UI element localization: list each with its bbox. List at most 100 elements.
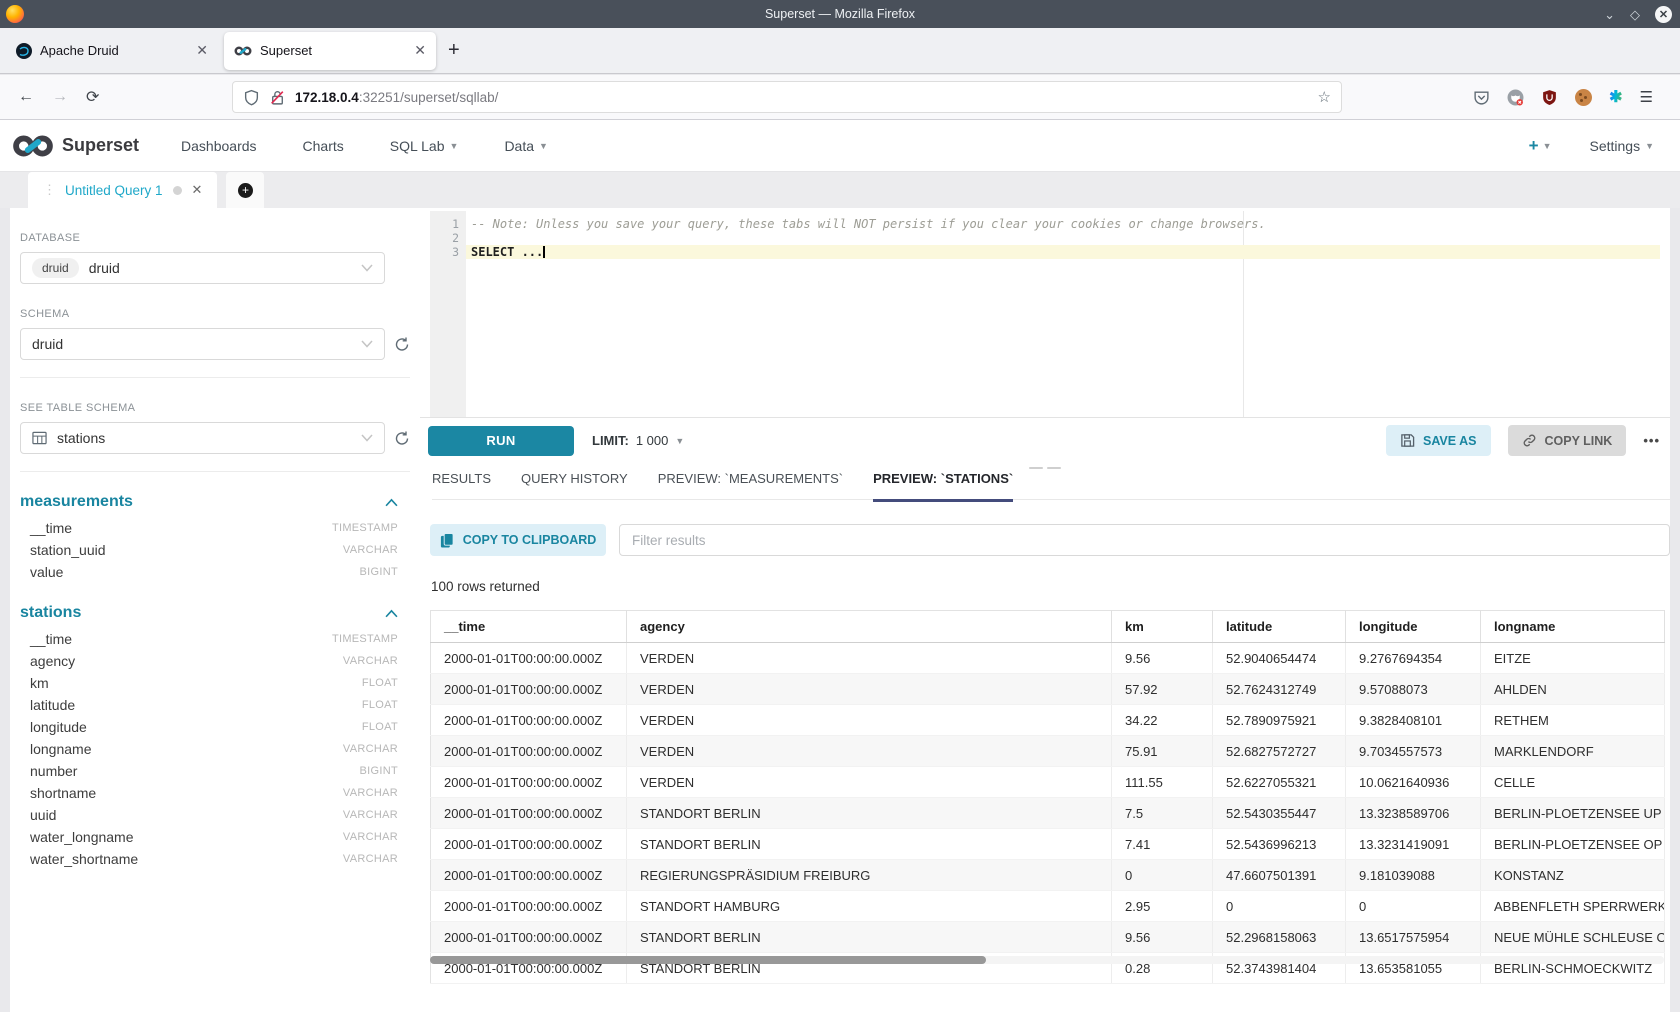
nav-item-charts[interactable]: Charts: [303, 138, 344, 154]
schema-column: latitude FLOAT: [20, 694, 410, 716]
tab-preview-stations[interactable]: PREVIEW: `STATIONS`: [873, 458, 1013, 500]
window-close-icon[interactable]: ✕: [1655, 6, 1672, 23]
results-controls: COPY TO CLIPBOARD: [430, 524, 1670, 556]
table-row: 2000-01-01T00:00:00.000Z VERDEN 57.92 52…: [431, 674, 1665, 705]
sql-editor[interactable]: 123 -- Note: Unless you save your query,…: [430, 211, 1660, 417]
cell-agency: VERDEN: [627, 705, 1112, 736]
cell-agency: STANDORT BERLIN: [627, 829, 1112, 860]
window-maximize-icon[interactable]: ◇: [1630, 8, 1640, 21]
cell-longitude: 13.3231419091: [1346, 829, 1481, 860]
privacy-mask-extension-icon[interactable]: [1507, 89, 1524, 106]
settings-menu[interactable]: Settings▼: [1589, 138, 1654, 154]
query-tab-close-icon[interactable]: ✕: [192, 182, 203, 198]
table-name: stations: [20, 604, 81, 622]
table-value: stations: [57, 430, 105, 446]
cell-km: 7.41: [1112, 829, 1213, 860]
cell-time: 2000-01-01T00:00:00.000Z: [431, 829, 627, 860]
tab-query-history[interactable]: QUERY HISTORY: [521, 458, 628, 500]
limit-dropdown[interactable]: LIMIT: 1 000 ▼: [592, 433, 684, 448]
schema-column: km FLOAT: [20, 672, 410, 694]
cell-longitude: 0: [1346, 891, 1481, 922]
window-minimize-icon[interactable]: ⌄: [1604, 8, 1615, 21]
schema-column: value BIGINT: [20, 561, 410, 583]
col-header-latitude[interactable]: latitude: [1213, 611, 1346, 643]
add-button[interactable]: +▼: [1529, 136, 1552, 156]
drag-handle-icon[interactable]: ⋮: [43, 182, 55, 198]
cell-longname: KONSTANZ: [1481, 860, 1665, 891]
tab-preview-measurements[interactable]: PREVIEW: `MEASUREMENTS`: [658, 458, 843, 500]
query-state-dot: [173, 186, 182, 195]
column-type: VARCHAR: [343, 853, 398, 865]
rows-returned: 100 rows returned: [431, 579, 540, 594]
query-tab[interactable]: ⋮ Untitled Query 1 ✕: [28, 172, 217, 208]
horizontal-scrollbar[interactable]: [430, 956, 1664, 964]
nav-item-dashboards[interactable]: Dashboards: [181, 138, 257, 154]
chevron-down-icon: ▼: [675, 436, 684, 446]
druid-favicon: [16, 43, 32, 59]
cell-km: 9.56: [1112, 643, 1213, 674]
back-icon[interactable]: ←: [18, 88, 34, 106]
copy-link-button[interactable]: COPY LINK: [1508, 425, 1627, 456]
browser-tab-druid[interactable]: Apache Druid ✕: [6, 32, 218, 70]
cell-km: 111.55: [1112, 767, 1213, 798]
chevron-up-icon[interactable]: [385, 609, 398, 618]
tab-close-icon[interactable]: ✕: [196, 42, 208, 59]
col-header-longitude[interactable]: longitude: [1346, 611, 1481, 643]
superset-logo[interactable]: Superset: [12, 134, 139, 158]
column-name: value: [30, 564, 63, 580]
url-field[interactable]: 172.18.0.4:32251/superset/sqllab/ ☆: [232, 81, 1342, 113]
column-name: water_shortname: [30, 851, 138, 867]
query-tabstrip: ⋮ Untitled Query 1 ✕ +: [0, 172, 1680, 208]
table-select[interactable]: stations: [20, 422, 385, 454]
divider: [20, 377, 410, 378]
column-name: agency: [30, 653, 75, 669]
table-section-stations[interactable]: stations: [20, 604, 398, 622]
new-tab-icon[interactable]: +: [448, 39, 460, 62]
reload-icon[interactable]: ⟳: [86, 87, 99, 107]
refresh-icon[interactable]: [394, 430, 410, 447]
cookie-extension-icon[interactable]: [1575, 89, 1592, 106]
col-header-longname[interactable]: longname: [1481, 611, 1665, 643]
bookmark-star-icon[interactable]: ☆: [1318, 88, 1331, 106]
col-header-km[interactable]: km: [1112, 611, 1213, 643]
insecure-lock-icon[interactable]: [269, 89, 286, 106]
cell-km: 75.91: [1112, 736, 1213, 767]
refresh-icon[interactable]: [394, 336, 410, 353]
browser-tab-superset[interactable]: Superset ✕: [224, 32, 436, 70]
cell-agency: STANDORT HAMBURG: [627, 891, 1112, 922]
forward-icon[interactable]: →: [52, 88, 68, 106]
col-header-agency[interactable]: agency: [627, 611, 1112, 643]
scrollbar-thumb[interactable]: [430, 956, 986, 964]
nav-item-sql-lab[interactable]: SQL Lab▼: [390, 138, 459, 154]
cell-latitude: 52.2968158063: [1213, 922, 1346, 953]
schema-label: SCHEMA: [20, 308, 410, 320]
shield-icon[interactable]: [243, 89, 260, 106]
tab-close-icon[interactable]: ✕: [414, 42, 426, 59]
add-query-tab[interactable]: +: [226, 172, 264, 208]
schema-select[interactable]: druid: [20, 328, 385, 360]
column-name: __time: [30, 520, 72, 536]
hamburger-menu-icon[interactable]: ☰: [1640, 88, 1654, 106]
ublock-icon[interactable]: [1541, 89, 1558, 106]
cell-longname: BERLIN-PLOETZENSEE OP: [1481, 829, 1665, 860]
run-button[interactable]: RUN: [428, 426, 574, 456]
cell-agency: VERDEN: [627, 674, 1112, 705]
cell-longname: EITZE: [1481, 643, 1665, 674]
col-header-time[interactable]: __time: [431, 611, 627, 643]
save-as-button[interactable]: SAVE AS: [1386, 425, 1491, 456]
column-name: km: [30, 675, 49, 691]
cell-longitude: 13.6517575954: [1346, 922, 1481, 953]
tab-results[interactable]: RESULTS: [432, 458, 491, 500]
database-select[interactable]: druid druid: [20, 252, 385, 284]
filter-results-input[interactable]: [619, 524, 1670, 556]
nav-item-data[interactable]: Data▼: [504, 138, 548, 154]
more-options-icon[interactable]: •••: [1643, 433, 1660, 448]
pocket-icon[interactable]: [1473, 89, 1490, 106]
schema-column: longname VARCHAR: [20, 738, 410, 760]
copy-to-clipboard-button[interactable]: COPY TO CLIPBOARD: [430, 524, 606, 556]
table-section-measurements[interactable]: measurements: [20, 493, 398, 511]
extension-asterisk-icon[interactable]: ✱: [1609, 87, 1622, 107]
schema-column: __time TIMESTAMP: [20, 628, 410, 650]
chevron-up-icon[interactable]: [385, 498, 398, 507]
cell-agency: VERDEN: [627, 736, 1112, 767]
